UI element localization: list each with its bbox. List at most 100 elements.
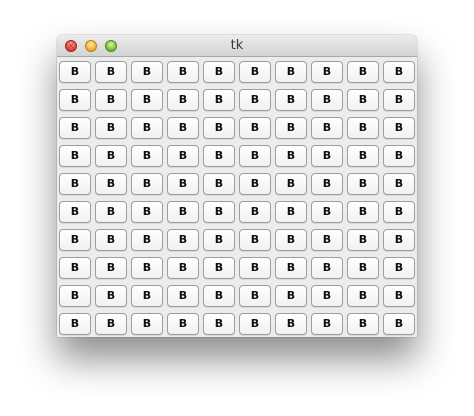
grid-button-r7-c9[interactable]: B: [347, 229, 379, 251]
grid-button-r7-c7[interactable]: B: [275, 229, 307, 251]
grid-button-r6-c2[interactable]: B: [95, 201, 127, 223]
grid-button-r1-c8[interactable]: B: [311, 61, 343, 83]
grid-button-r10-c5[interactable]: B: [203, 313, 235, 335]
grid-button-r1-c6[interactable]: B: [239, 61, 271, 83]
grid-button-r8-c1[interactable]: B: [59, 257, 91, 279]
grid-button-r8-c2[interactable]: B: [95, 257, 127, 279]
grid-button-r6-c3[interactable]: B: [131, 201, 163, 223]
grid-button-r1-c7[interactable]: B: [275, 61, 307, 83]
grid-button-r10-c1[interactable]: B: [59, 313, 91, 335]
grid-button-r9-c5[interactable]: B: [203, 285, 235, 307]
grid-button-r10-c6[interactable]: B: [239, 313, 271, 335]
grid-button-r3-c4[interactable]: B: [167, 117, 199, 139]
grid-button-r2-c3[interactable]: B: [131, 89, 163, 111]
grid-button-r4-c4[interactable]: B: [167, 145, 199, 167]
grid-button-r10-c3[interactable]: B: [131, 313, 163, 335]
grid-button-r1-c3[interactable]: B: [131, 61, 163, 83]
grid-button-r1-c9[interactable]: B: [347, 61, 379, 83]
grid-button-r8-c3[interactable]: B: [131, 257, 163, 279]
grid-button-r5-c3[interactable]: B: [131, 173, 163, 195]
grid-button-r4-c9[interactable]: B: [347, 145, 379, 167]
grid-button-r3-c10[interactable]: B: [383, 117, 415, 139]
grid-button-r9-c10[interactable]: B: [383, 285, 415, 307]
grid-button-r3-c2[interactable]: B: [95, 117, 127, 139]
grid-button-r4-c1[interactable]: B: [59, 145, 91, 167]
grid-button-r3-c9[interactable]: B: [347, 117, 379, 139]
grid-button-r7-c4[interactable]: B: [167, 229, 199, 251]
grid-button-r5-c2[interactable]: B: [95, 173, 127, 195]
grid-button-r6-c6[interactable]: B: [239, 201, 271, 223]
grid-button-r2-c1[interactable]: B: [59, 89, 91, 111]
grid-button-r1-c5[interactable]: B: [203, 61, 235, 83]
grid-button-r9-c1[interactable]: B: [59, 285, 91, 307]
grid-button-r9-c9[interactable]: B: [347, 285, 379, 307]
grid-button-r10-c7[interactable]: B: [275, 313, 307, 335]
grid-button-r8-c8[interactable]: B: [311, 257, 343, 279]
grid-button-r6-c7[interactable]: B: [275, 201, 307, 223]
grid-button-r8-c4[interactable]: B: [167, 257, 199, 279]
grid-button-r1-c4[interactable]: B: [167, 61, 199, 83]
grid-button-r7-c6[interactable]: B: [239, 229, 271, 251]
grid-button-r5-c4[interactable]: B: [167, 173, 199, 195]
grid-button-r10-c8[interactable]: B: [311, 313, 343, 335]
grid-button-r6-c10[interactable]: B: [383, 201, 415, 223]
grid-button-r2-c9[interactable]: B: [347, 89, 379, 111]
grid-button-r9-c7[interactable]: B: [275, 285, 307, 307]
grid-button-r9-c8[interactable]: B: [311, 285, 343, 307]
grid-button-r4-c7[interactable]: B: [275, 145, 307, 167]
grid-button-r4-c6[interactable]: B: [239, 145, 271, 167]
grid-button-r2-c10[interactable]: B: [383, 89, 415, 111]
grid-button-r4-c5[interactable]: B: [203, 145, 235, 167]
grid-button-r5-c6[interactable]: B: [239, 173, 271, 195]
grid-button-r6-c9[interactable]: B: [347, 201, 379, 223]
grid-button-r8-c6[interactable]: B: [239, 257, 271, 279]
title-bar[interactable]: × tk: [57, 35, 417, 57]
grid-button-r7-c2[interactable]: B: [95, 229, 127, 251]
grid-button-r7-c3[interactable]: B: [131, 229, 163, 251]
grid-button-r4-c2[interactable]: B: [95, 145, 127, 167]
grid-button-r10-c4[interactable]: B: [167, 313, 199, 335]
grid-button-r6-c5[interactable]: B: [203, 201, 235, 223]
grid-button-r8-c9[interactable]: B: [347, 257, 379, 279]
grid-button-r5-c9[interactable]: B: [347, 173, 379, 195]
grid-button-r2-c5[interactable]: B: [203, 89, 235, 111]
grid-button-r5-c5[interactable]: B: [203, 173, 235, 195]
grid-button-r1-c1[interactable]: B: [59, 61, 91, 83]
grid-button-r4-c10[interactable]: B: [383, 145, 415, 167]
grid-button-r4-c8[interactable]: B: [311, 145, 343, 167]
grid-button-r1-c2[interactable]: B: [95, 61, 127, 83]
grid-button-r8-c7[interactable]: B: [275, 257, 307, 279]
grid-button-r9-c4[interactable]: B: [167, 285, 199, 307]
grid-button-r10-c2[interactable]: B: [95, 313, 127, 335]
grid-button-r6-c4[interactable]: B: [167, 201, 199, 223]
grid-button-r3-c7[interactable]: B: [275, 117, 307, 139]
grid-button-r9-c3[interactable]: B: [131, 285, 163, 307]
grid-button-r4-c3[interactable]: B: [131, 145, 163, 167]
grid-button-r9-c6[interactable]: B: [239, 285, 271, 307]
grid-button-r7-c10[interactable]: B: [383, 229, 415, 251]
grid-button-r3-c5[interactable]: B: [203, 117, 235, 139]
grid-button-r2-c4[interactable]: B: [167, 89, 199, 111]
grid-button-r10-c10[interactable]: B: [383, 313, 415, 335]
grid-button-r5-c7[interactable]: B: [275, 173, 307, 195]
grid-button-r3-c1[interactable]: B: [59, 117, 91, 139]
grid-button-r7-c8[interactable]: B: [311, 229, 343, 251]
grid-button-r5-c8[interactable]: B: [311, 173, 343, 195]
grid-button-r2-c7[interactable]: B: [275, 89, 307, 111]
grid-button-r2-c6[interactable]: B: [239, 89, 271, 111]
grid-button-r8-c5[interactable]: B: [203, 257, 235, 279]
grid-button-r1-c10[interactable]: B: [383, 61, 415, 83]
grid-button-r5-c10[interactable]: B: [383, 173, 415, 195]
grid-button-r6-c8[interactable]: B: [311, 201, 343, 223]
grid-button-r7-c5[interactable]: B: [203, 229, 235, 251]
grid-button-r3-c6[interactable]: B: [239, 117, 271, 139]
grid-button-r2-c8[interactable]: B: [311, 89, 343, 111]
grid-button-r2-c2[interactable]: B: [95, 89, 127, 111]
grid-button-r5-c1[interactable]: B: [59, 173, 91, 195]
grid-button-r3-c8[interactable]: B: [311, 117, 343, 139]
grid-button-r8-c10[interactable]: B: [383, 257, 415, 279]
grid-button-r3-c3[interactable]: B: [131, 117, 163, 139]
grid-button-r10-c9[interactable]: B: [347, 313, 379, 335]
grid-button-r7-c1[interactable]: B: [59, 229, 91, 251]
grid-button-r9-c2[interactable]: B: [95, 285, 127, 307]
